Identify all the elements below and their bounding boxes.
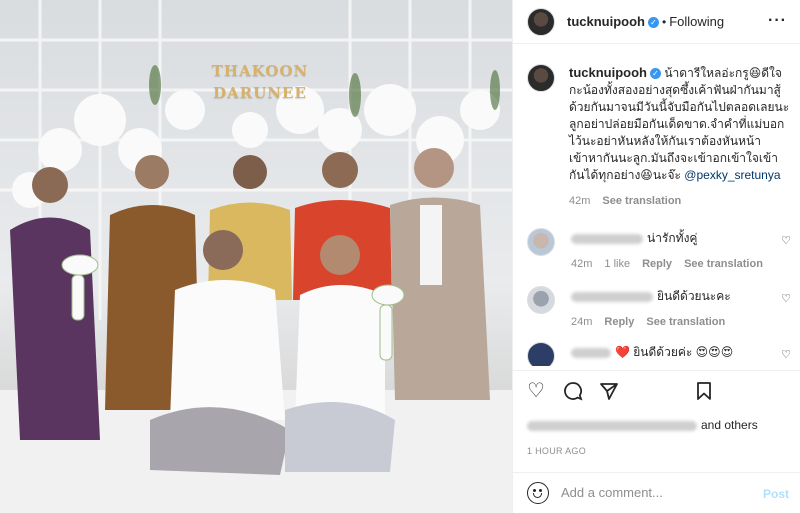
like-heart-icon[interactable]: ♡ xyxy=(527,381,545,401)
author-avatar[interactable] xyxy=(527,8,555,36)
header-username[interactable]: tucknuipooh xyxy=(567,14,645,29)
likes-suffix[interactable]: and others xyxy=(701,418,758,432)
like-comment-heart-icon[interactable]: ♡ xyxy=(781,348,791,361)
like-comment-heart-icon[interactable]: ♡ xyxy=(781,234,791,247)
following-button[interactable]: Following xyxy=(669,14,724,29)
post-comment-button[interactable]: Post xyxy=(763,487,789,501)
verified-badge-icon: ✓ xyxy=(650,68,661,79)
post-timestamp[interactable]: 1 HOUR AGO xyxy=(527,446,586,456)
add-comment-input[interactable] xyxy=(561,485,751,500)
see-translation[interactable]: See translation xyxy=(684,258,763,270)
comment-meta: 42m 1 like Reply See translation xyxy=(571,256,771,272)
commenter-avatar[interactable] xyxy=(527,228,555,256)
comment-item: ❤️ ยินดีด้วยค่ะ 😍😍😍 ♡ xyxy=(527,342,797,366)
comment-text: น่ารักทั้งคู่ xyxy=(647,231,698,245)
add-comment-bar: Post xyxy=(513,472,800,513)
caption-meta: 42m See translation xyxy=(569,193,793,210)
caption-time[interactable]: 42m xyxy=(569,195,590,207)
ellipsis-icon[interactable]: ··· xyxy=(768,12,787,30)
post-actions: ♡ xyxy=(513,370,800,410)
commenter-username-blurred[interactable] xyxy=(571,233,643,244)
caption-mention[interactable]: @pexky_sretunya xyxy=(684,168,780,182)
post-caption: tucknuipooh ✓ น้าดารีใหลอ่ะกรู😆ดีใจกะน้อง… xyxy=(569,64,793,210)
share-paper-plane-icon[interactable] xyxy=(599,381,619,405)
sign-line-1: THAKOON xyxy=(211,62,309,80)
header-author: tucknuipooh ✓ • Following xyxy=(567,14,724,29)
reply-button[interactable]: Reply xyxy=(642,258,672,270)
separator-dot: • xyxy=(662,15,667,29)
backdrop-sign: THAKOON DARUNEE xyxy=(200,60,320,104)
save-bookmark-icon[interactable] xyxy=(695,381,713,405)
commenter-username-blurred[interactable] xyxy=(571,347,611,358)
caption-see-translation[interactable]: See translation xyxy=(602,195,681,207)
comment-text: ยินดีด้วยนะคะ xyxy=(657,289,731,303)
commenter-avatar[interactable] xyxy=(527,342,555,366)
post-header: tucknuipooh ✓ • Following ··· xyxy=(513,0,800,44)
liked-by-blurred[interactable] xyxy=(527,420,697,431)
caption-username[interactable]: tucknuipooh xyxy=(569,65,647,80)
emoji-smiley-icon[interactable] xyxy=(527,482,549,504)
sign-line-2: DARUNEE xyxy=(213,84,307,102)
verified-badge-icon: ✓ xyxy=(648,17,659,28)
comment-body: ❤️ ยินดีด้วยค่ะ 😍😍😍 xyxy=(571,344,771,360)
caption-avatar[interactable] xyxy=(527,64,555,92)
commenter-username-blurred[interactable] xyxy=(571,291,653,302)
likes-summary: and others xyxy=(527,418,758,432)
post-photo[interactable]: THAKOON DARUNEE xyxy=(0,0,512,513)
comment-time[interactable]: 24m xyxy=(571,316,592,328)
comment-meta: 24m Reply See translation xyxy=(571,314,771,330)
post-side-panel: tucknuipooh ✓ • Following ··· tucknuipooh ✓ … xyxy=(512,0,800,513)
reply-button[interactable]: Reply xyxy=(604,316,634,328)
caption-text: น้าดารีใหลอ่ะกรู😆ดีใจกะน้องทั้งสองอย่างส… xyxy=(569,66,790,182)
see-translation[interactable]: See translation xyxy=(646,316,725,328)
like-comment-heart-icon[interactable]: ♡ xyxy=(781,292,791,305)
comment-text: ❤️ ยินดีด้วยค่ะ 😍😍😍 xyxy=(615,345,734,359)
comment-bubble-icon[interactable] xyxy=(563,381,583,405)
comment-body: ยินดีด้วยนะคะ 24m Reply See translation xyxy=(571,288,771,330)
commenter-avatar[interactable] xyxy=(527,286,555,314)
comment-time[interactable]: 42m xyxy=(571,258,592,270)
comment-likes[interactable]: 1 like xyxy=(604,258,630,270)
comment-body: น่ารักทั้งคู่ 42m 1 like Reply See translat… xyxy=(571,230,771,272)
